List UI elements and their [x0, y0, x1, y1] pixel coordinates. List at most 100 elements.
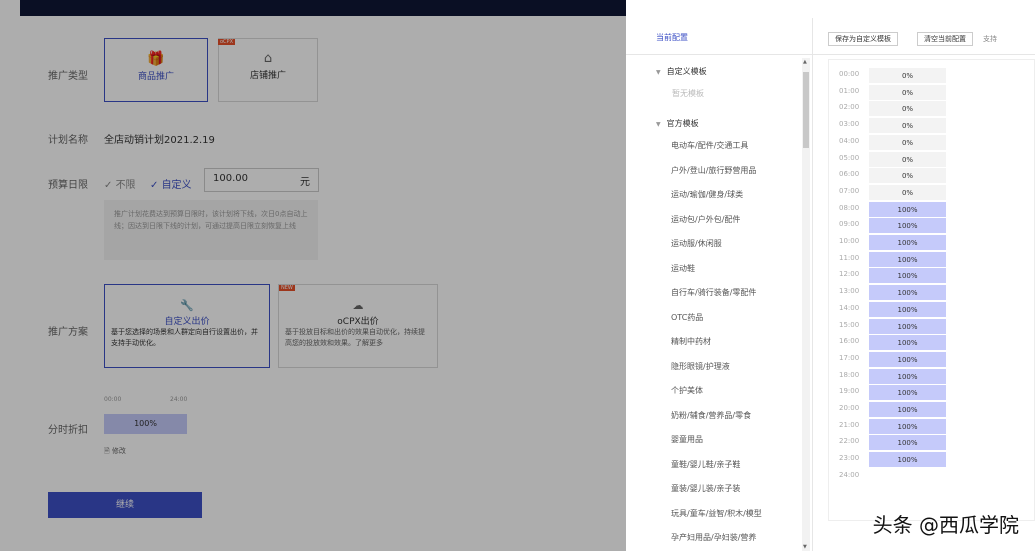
hour-label: 05:00	[839, 153, 860, 162]
edit-time-link[interactable]: 🗎 修改	[104, 446, 126, 458]
config-panel: 保存为自定义模板 清空当前配置 支持 00:00 0% 01:00 0% 02:00 0%…	[813, 18, 1035, 551]
gift-icon: 🎁	[147, 51, 165, 67]
hour-discount-cell[interactable]: 0%	[869, 168, 946, 184]
hour-label: 08:00	[839, 203, 860, 212]
hour-discount-cell[interactable]: 100%	[869, 235, 946, 250]
budget-unlimited-option[interactable]: ✓ 不限	[104, 176, 136, 191]
scroll-down-icon[interactable]: ▼	[803, 544, 807, 550]
watermark: 头条 @西瓜学院	[872, 513, 1019, 537]
hour-label: 16:00	[839, 337, 860, 346]
hour-discount-cell[interactable]: 0%	[869, 68, 946, 83]
hour-discount-cell[interactable]: 100%	[869, 335, 946, 351]
hour-discount-cell[interactable]: 100%	[869, 351, 946, 367]
budget-hint: 推广计划花费达到预算日限时，该计划将下线，次日0点自动上线；因达到日限下线的计划…	[104, 200, 318, 260]
hour-label: 02:00	[839, 103, 860, 112]
promo-type-shop-card[interactable]: ⌂ 店铺推广	[218, 38, 318, 102]
scrollbar-thumb[interactable]	[803, 72, 809, 148]
template-item[interactable]: 自行车/骑行装备/零配件	[671, 287, 756, 298]
custom-template-section[interactable]: ▼ 自定义模板	[656, 66, 707, 77]
budget-unit: 元	[300, 177, 310, 188]
hour-discount-cell[interactable]: 100%	[869, 385, 946, 401]
hour-discount-cell[interactable]: 0%	[869, 134, 946, 150]
budget-input[interactable]: 100.00 元	[204, 168, 319, 192]
hour-discount-cell[interactable]: 0%	[869, 184, 946, 200]
hour-label: 12:00	[839, 270, 860, 279]
hour-label: 07:00	[839, 186, 860, 195]
hour-label: 22:00	[839, 437, 860, 446]
new-tag: NEW	[279, 285, 295, 291]
cloud-icon: ☁	[352, 299, 364, 312]
wrench-icon: 🔧	[180, 299, 194, 312]
hour-label: 06:00	[839, 170, 860, 179]
plan-label: 推广方案	[48, 327, 88, 338]
hour-label: 18:00	[839, 370, 860, 379]
template-item[interactable]: 运动鞋	[671, 263, 695, 274]
template-item[interactable]: 隐形眼镜/护理液	[671, 361, 730, 372]
hour-label: 15:00	[839, 320, 860, 329]
hour-discount-cell[interactable]: 100%	[869, 435, 946, 451]
template-scrollbar[interactable]: ▲ ▼	[802, 58, 810, 551]
template-panel: 当前配置 ▼ 自定义模板 暂无模板 ▼ 官方模板 电动车/配件/交通工具 户外/登山/…	[626, 18, 813, 551]
template-item[interactable]: 奶粉/辅食/营养品/零食	[671, 410, 751, 421]
hour-discount-cell[interactable]: 100%	[869, 301, 946, 317]
promo-type-product-card[interactable]: 🎁 商品推广	[104, 38, 208, 102]
shop-icon: ⌂	[263, 51, 273, 66]
template-item[interactable]: 童鞋/婴儿鞋/亲子鞋	[671, 459, 740, 470]
hour-discount-cell[interactable]: 100%	[869, 368, 946, 384]
template-item[interactable]: OTC药品	[671, 312, 703, 323]
plan-name-label: 计划名称	[48, 135, 88, 146]
hour-discount-cell[interactable]: 100%	[869, 452, 946, 468]
time-end: 24:00	[170, 396, 188, 403]
clear-config-button[interactable]: 清空当前配置	[917, 32, 973, 46]
hour-discount-cell[interactable]: 100%	[869, 218, 946, 234]
template-item[interactable]: 婴童用品	[671, 434, 703, 445]
continue-button[interactable]: 继续	[48, 492, 202, 518]
official-template-section[interactable]: ▼ 官方模板	[656, 118, 699, 129]
plan-ocpx-desc: 基于投放目标和出价的效果自动优化，持续提高您的投放效和效果。了解更多	[285, 328, 425, 347]
hour-discount-cell[interactable]: 0%	[869, 101, 946, 117]
template-item[interactable]: 孕产妇用品/孕妇装/营养	[671, 532, 756, 543]
budget-custom-label: 自定义	[161, 180, 192, 191]
time-discount-label: 分时折扣	[48, 425, 88, 436]
promo-type-product-label: 商品推广	[137, 72, 174, 82]
template-item[interactable]: 精制中药材	[671, 336, 711, 347]
hour-discount-cell[interactable]: 100%	[869, 285, 946, 301]
time-discount-drawer: 当前配置 ▼ 自定义模板 暂无模板 ▼ 官方模板 电动车/配件/交通工具 户外/登山/…	[626, 0, 1035, 551]
edit-icon: 🗎	[104, 447, 112, 455]
template-item[interactable]: 个护美体	[671, 385, 703, 396]
plan-name-value[interactable]: 全店动销计划2021.2.19	[104, 131, 215, 146]
promo-type-shop-label: 店铺推广	[249, 71, 286, 81]
plan-custom-bid-card[interactable]: 🔧 自定义出价 基于您选择的场景和人群定向自行设置出价，并支持手动优化。	[104, 284, 270, 368]
hour-label: 17:00	[839, 353, 860, 362]
template-item[interactable]: 运动包/户外包/配件	[671, 214, 740, 225]
budget-custom-option[interactable]: ✓ 自定义	[150, 176, 192, 191]
hour-discount-cell[interactable]: 0%	[869, 84, 946, 100]
time-start: 00:00	[104, 396, 122, 403]
caret-down-icon: ▼	[656, 121, 661, 128]
hour-discount-cell[interactable]: 0%	[869, 151, 946, 167]
template-item[interactable]: 运动/瑜伽/健身/球类	[671, 189, 743, 200]
template-item[interactable]: 户外/登山/旅行野营用品	[671, 165, 756, 176]
hour-discount-cell[interactable]: 100%	[869, 201, 946, 217]
hour-discount-cell[interactable]: 100%	[869, 318, 946, 334]
plan-ocpx-card[interactable]: ☁ oCPX出价 基于投放目标和出价的效果自动优化，持续提高您的投放效和效果。了…	[278, 284, 438, 368]
no-template-text: 暂无模板	[672, 89, 704, 98]
plan-custom-bid-title: 自定义出价	[164, 317, 210, 327]
hour-discount-cell[interactable]: 0%	[869, 118, 946, 134]
hour-label: 23:00	[839, 454, 860, 463]
hour-discount-cell[interactable]: 100%	[869, 251, 946, 267]
scroll-up-icon[interactable]: ▲	[803, 59, 807, 65]
hour-discount-cell[interactable]: 100%	[869, 268, 946, 284]
time-discount-bar[interactable]: 100%	[104, 414, 187, 434]
hour-discount-cell[interactable]: 100%	[869, 418, 946, 434]
current-config-tab[interactable]: 当前配置	[656, 32, 688, 43]
template-item[interactable]: 电动车/配件/交通工具	[671, 140, 748, 151]
edit-time-label: 修改	[111, 447, 126, 455]
template-item[interactable]: 童装/婴儿装/亲子装	[671, 483, 740, 494]
hour-label: 03:00	[839, 120, 860, 129]
hour-discount-cell[interactable]: 100%	[869, 402, 946, 417]
plan-custom-bid-desc: 基于您选择的场景和人群定向自行设置出价，并支持手动优化。	[111, 328, 258, 347]
template-item[interactable]: 运动服/休闲服	[671, 238, 722, 249]
template-item[interactable]: 玩具/童车/益智/积木/模型	[671, 508, 762, 519]
save-template-button[interactable]: 保存为自定义模板	[828, 32, 898, 46]
